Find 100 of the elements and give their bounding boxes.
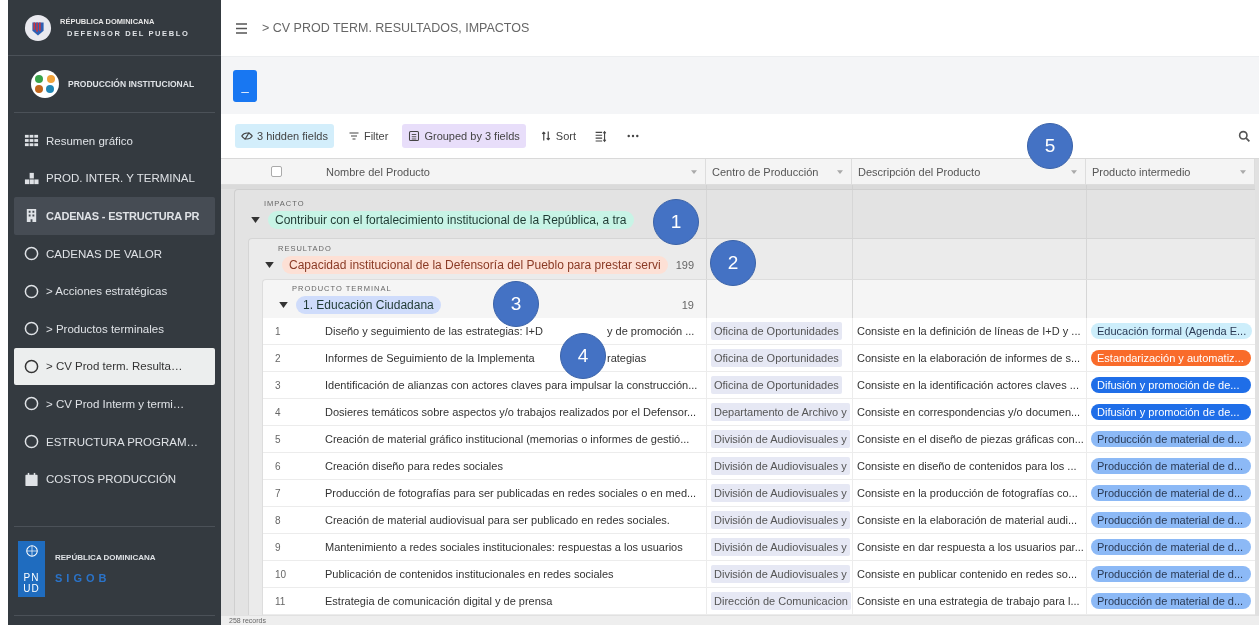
table-cell: Creación de material audiovisual para ser publicado en redes sociales. [325,514,670,526]
sidebar-item[interactable]: CADENAS DE VALOR [14,234,215,273]
toolbar-button[interactable]: Filter [341,124,395,148]
row-height-icon[interactable] [594,129,607,143]
sidebar-item[interactable]: > Acciones estratégicas [14,272,215,310]
app-title: PRODUCCIÓN INSTITUCIONAL [68,79,195,89]
group-value-tag: Capacidad institucional de la Defensoría del Pueblo para prestar servi [282,256,668,274]
filter-icon [347,130,360,142]
circle-icon [24,246,39,262]
row-number: 4 [274,406,282,418]
sigob-logo: SIGOB [55,572,111,585]
product-tag: Difusión y promoción de de... [1091,377,1251,393]
centre-tag: División de Audiovisuales y [711,430,850,448]
sidebar-item[interactable]: COSTOS PRODUCCIÓN [14,460,215,498]
table-cell: y de promoción ... [607,325,695,337]
sidebar-item[interactable]: > CV Prod Interm y termi… [14,385,215,423]
circle-icon [24,434,39,450]
table-cell: Dosieres temáticos sobre aspectos y/o trabajos realizados por el Defensor... [325,406,697,418]
centre-tag: División de Audiovisuales y [711,538,850,556]
centre-tag: Dirección de Comunicacion [711,592,851,610]
more-icon[interactable] [627,134,639,138]
product-tag: Producción de material de d... [1091,485,1251,501]
table-cell: rategias [607,352,647,364]
centre-tag: Oficina de Oportunidades [711,349,842,367]
table-cell: Publicación de contenidos institucionales en redes sociales [325,568,614,580]
menu-icon[interactable] [235,22,248,34]
sort-icon [539,130,552,142]
centre-tag: División de Audiovisuales y [711,484,850,502]
table-cell: Consiste en la producción de fotografías co... [857,487,1078,499]
row-number: 10 [274,568,288,580]
action-button[interactable]: _ [233,69,257,102]
row-number: 8 [274,514,282,526]
table-cell: Creación diseño para redes sociales [325,460,503,472]
table-cell: Consiste en dar respuesta a los usuarios par... [857,541,1084,553]
table-cell: Consiste en la definición de líneas de I+D y ... [857,325,1081,337]
row-number: 9 [274,541,282,553]
product-tag: Educación formal (Agenda E... [1091,323,1253,339]
table-cell: Diseño y seguimiento de las estrategias: I+D [325,325,543,337]
column-header[interactable]: Producto intermedio [1092,165,1240,178]
table-cell: Consiste en correspondencias y/o documen... [857,406,1081,418]
emblem-icon [24,13,52,42]
product-tag: Producción de material de d... [1091,593,1251,609]
select-all-checkbox[interactable] [271,166,282,177]
row-number: 6 [274,460,282,472]
row-number: 3 [274,379,282,391]
collapse-triangle-icon[interactable] [251,217,260,223]
centre-tag: Oficina de Oportunidades [711,322,842,340]
column-header[interactable]: Nombre del Producto [326,165,691,178]
table-cell: Consiste en la elaboración de material audi... [857,514,1078,526]
toolbar-button[interactable]: Grouped by 3 fields [402,124,526,148]
sidebar-item[interactable]: > Productos terminales [14,309,215,348]
product-tag: Producción de material de d... [1091,539,1251,555]
table-cell: Identificación de alianzas con actores claves para impulsar la construcción... [325,379,698,391]
table-cell: Consiste en diseño de contenidos para los ... [857,460,1077,472]
sidebar-item[interactable]: PROD. INTER. Y TERMINAL [14,159,215,198]
group-count: 19 [681,299,695,311]
grid-icon [24,133,39,149]
circle-icon [24,396,39,412]
table-cell: Consiste en el diseño de piezas gráficas con... [857,433,1084,445]
list-icon [408,130,421,142]
table-cell: Creación de material gráfico institucional (memorias o informes de gestió... [325,433,690,445]
sidebar-item[interactable]: Resumen gráfico [14,122,215,160]
pnud-logo: PNUD [18,540,45,597]
collapse-triangle-icon[interactable] [279,302,288,308]
group-count: 199 [675,259,695,271]
toolbar-button[interactable]: 3 hidden fields [235,124,334,148]
row-number: 2 [274,352,282,364]
calendar-icon [24,471,39,487]
table-cell: Estrategia de comunicación digital y de prensa [325,595,553,607]
table-cell: Mantenimiento a redes sociales institucionales: respuestas a los usuarios [325,541,683,553]
circle-icon [24,358,39,374]
centre-tag: División de Audiovisuales y [711,565,850,583]
table-cell: Producción de fotografías para ser publicadas en redes sociales o en med... [325,487,697,499]
table-cell: Consiste en la identificación actores claves ... [857,379,1079,391]
row-number: 11 [274,595,287,607]
sidebar-item[interactable]: > CV Prod term. Resulta… [14,347,215,386]
network-logo-icon [30,69,60,99]
column-header[interactable]: Centro de Producción [712,165,837,178]
centre-tag: División de Audiovisuales y [711,457,850,475]
toolbar-button[interactable]: Sort [533,124,582,148]
product-tag: Difusión y promoción de de... [1091,404,1251,420]
row-number: 1 [274,325,282,337]
boxes-icon [24,170,39,186]
building-icon [24,208,39,224]
centre-tag: Departamento de Archivo y [711,403,850,421]
table-cell: Consiste en publicar contenido en redes so... [857,568,1078,580]
row-number: 7 [274,487,282,499]
product-tag: Producción de material de d... [1091,458,1251,474]
circle-icon [24,283,39,299]
product-tag: Producción de material de d... [1091,431,1251,447]
sidebar-item[interactable]: CADENAS - ESTRUCTURA PR [14,197,215,235]
centre-tag: División de Audiovisuales y [711,511,850,529]
country-label: REPÚBLICA DOMINICANA [55,553,156,563]
table-cell: Consiste en la elaboración de informes de s... [857,352,1081,364]
table-cell: Consiste en una estrategia de trabajo para l... [857,595,1080,607]
search-icon[interactable] [1238,129,1251,143]
collapse-triangle-icon[interactable] [265,262,274,268]
centre-tag: Oficina de Oportunidades [711,376,842,394]
sidebar-item[interactable]: ESTRUCTURA PROGRAM… [14,422,215,461]
row-number: 5 [274,433,282,445]
